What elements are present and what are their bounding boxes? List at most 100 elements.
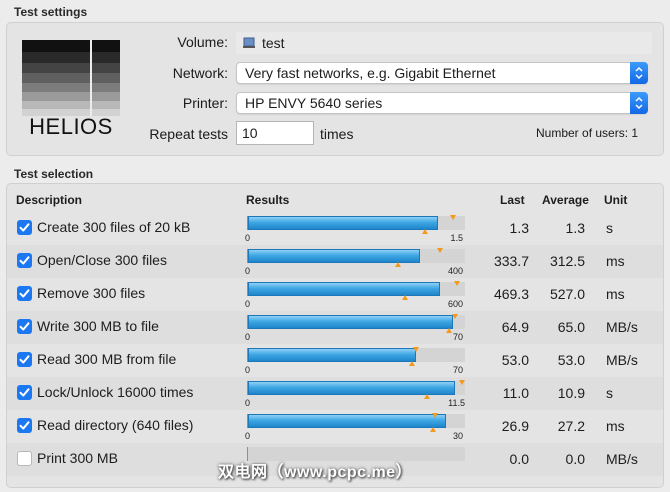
col-results: Results	[246, 193, 290, 207]
test-description: Read 300 MB from file	[37, 351, 177, 367]
test-description: Print 300 MB	[37, 450, 118, 466]
repeat-unit-label: times	[320, 126, 354, 142]
result-bar-fill	[248, 249, 421, 263]
last-marker-icon	[421, 229, 428, 234]
test-description: Open/Close 300 files	[37, 252, 167, 268]
col-average: Average	[542, 193, 589, 207]
axis-max-label: 1.5	[450, 233, 463, 243]
average-value: 0.0	[565, 451, 585, 467]
average-value: 53.0	[557, 352, 585, 368]
average-value: 10.9	[557, 385, 585, 401]
unit-value: ms	[606, 286, 625, 302]
unit-value: MB/s	[606, 319, 638, 335]
col-last: Last	[500, 193, 525, 207]
checkmark-icon	[19, 289, 30, 298]
checkmark-icon	[19, 355, 30, 364]
average-marker-icon	[436, 248, 443, 253]
result-bar-track	[247, 413, 465, 432]
volume-field: test	[236, 32, 652, 54]
test-settings-title: Test settings	[14, 5, 88, 19]
helios-logo: HELIOS	[20, 40, 122, 140]
col-unit: Unit	[604, 193, 628, 207]
average-marker-icon	[458, 380, 465, 385]
result-bar-fill	[248, 315, 453, 329]
table-row: Read 300 MB from file 0 70 53.0 53.0 MB/s	[7, 344, 663, 377]
printer-value: HP ENVY 5640 series	[245, 95, 383, 111]
result-bar-track	[247, 248, 465, 267]
average-marker-icon	[412, 347, 419, 352]
network-popup[interactable]: Very fast networks, e.g. Gigabit Etherne…	[236, 62, 648, 84]
last-marker-icon	[445, 328, 452, 333]
last-marker-icon	[408, 361, 415, 366]
axis-max-label: 70	[452, 332, 463, 342]
test-description: Read directory (640 files)	[37, 417, 194, 433]
col-description: Description	[16, 193, 83, 207]
test-description: Create 300 files of 20 kB	[37, 219, 191, 235]
last-value: 64.9	[501, 319, 529, 335]
network-value: Very fast networks, e.g. Gigabit Etherne…	[245, 65, 496, 81]
last-value: 469.3	[493, 286, 529, 302]
test-checkbox[interactable]	[17, 220, 32, 235]
last-value: 11.0	[502, 385, 529, 401]
last-value: 0.0	[509, 451, 529, 467]
checkmark-icon	[19, 256, 30, 265]
last-marker-icon	[423, 394, 430, 399]
table-row: Create 300 files of 20 kB 0 1.5 1.3 1.3 s	[7, 212, 663, 245]
axis-max-label: 30	[452, 431, 463, 441]
table-row: Open/Close 300 files 0 400 333.7 312.5 ms	[7, 245, 663, 278]
result-bar-fill	[248, 414, 447, 428]
unit-value: s	[606, 385, 613, 401]
last-marker-icon	[401, 295, 408, 300]
unit-value: MB/s	[606, 352, 638, 368]
last-value: 53.0	[501, 352, 529, 368]
axis-min-label: 0	[245, 332, 251, 342]
unit-value: s	[606, 220, 613, 236]
axis-min-label: 0	[245, 266, 251, 276]
network-label: Network:	[172, 65, 228, 81]
table-row: Read directory (640 files) 0 30 26.9 27.2 ms	[7, 410, 663, 443]
repeat-tests-input[interactable]: 10	[236, 121, 314, 145]
result-bar-track	[247, 281, 465, 300]
result-bar-track	[247, 380, 465, 399]
test-description: Remove 300 files	[37, 285, 146, 301]
unit-value: ms	[606, 418, 625, 434]
number-of-users: Number of users: 1	[536, 126, 639, 140]
test-selection-title: Test selection	[14, 167, 94, 181]
checkmark-icon	[19, 421, 30, 430]
checkmark-icon	[19, 322, 30, 331]
result-bar-fill	[248, 381, 456, 395]
test-checkbox[interactable]	[17, 385, 32, 400]
test-checkbox[interactable]	[17, 352, 32, 367]
helios-logo-text: HELIOS	[29, 114, 113, 139]
checkmark-icon	[19, 388, 30, 397]
average-value: 65.0	[557, 319, 585, 335]
test-checkbox[interactable]	[17, 253, 32, 268]
result-bar-fill	[248, 348, 416, 362]
popup-arrows-icon	[630, 62, 648, 84]
repeat-tests-label: Repeat tests	[149, 126, 228, 142]
last-value: 1.3	[509, 220, 529, 236]
printer-label: Printer:	[182, 95, 228, 111]
watermark-text: 双电网（www.pcpc.me）	[218, 464, 413, 481]
axis-max-label: 11.5	[448, 398, 465, 408]
axis-max-label: 70	[452, 365, 463, 375]
average-value: 527.0	[549, 286, 585, 302]
test-checkbox[interactable]	[17, 451, 32, 466]
printer-popup[interactable]: HP ENVY 5640 series	[236, 92, 648, 114]
axis-max-label: 400	[447, 266, 463, 276]
last-value: 26.9	[501, 418, 529, 434]
average-marker-icon	[449, 215, 456, 220]
axis-min-label: 0	[245, 398, 251, 408]
last-marker-icon	[430, 427, 437, 432]
test-checkbox[interactable]	[17, 319, 32, 334]
helios-logo-icon	[22, 40, 120, 116]
axis-max-label: 600	[447, 299, 463, 309]
result-bar-fill	[248, 216, 438, 230]
test-checkbox[interactable]	[17, 418, 32, 433]
checkmark-icon	[19, 223, 30, 232]
result-bar-fill	[248, 282, 440, 296]
test-checkbox[interactable]	[17, 286, 32, 301]
test-description: Write 300 MB to file	[37, 318, 159, 334]
unit-value: ms	[606, 253, 625, 269]
average-marker-icon	[452, 314, 459, 319]
